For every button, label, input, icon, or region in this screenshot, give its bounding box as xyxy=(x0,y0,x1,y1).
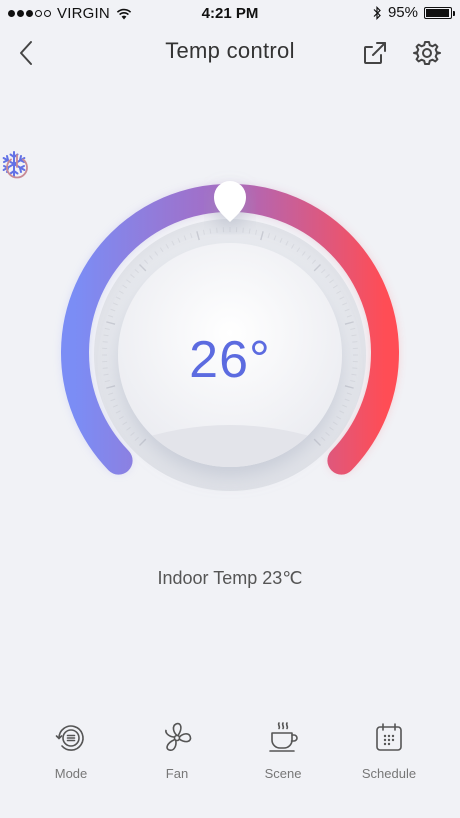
tab-mode[interactable]: Mode xyxy=(31,720,111,781)
battery-fill xyxy=(426,8,449,17)
bottom-tab-bar: Mode Fan Scene Schedule xyxy=(0,720,460,790)
coffee-cup-icon xyxy=(269,722,298,752)
mode-icon xyxy=(55,725,84,751)
indoor-temperature: Indoor Temp 23℃ xyxy=(157,568,303,588)
temperature-handle[interactable] xyxy=(214,181,246,222)
temperature-dial[interactable]: 26° xyxy=(0,150,460,530)
battery-icon xyxy=(424,6,455,19)
tab-fan-label: Fan xyxy=(165,766,189,781)
share-button[interactable] xyxy=(358,36,392,70)
status-bar: VIRGIN 4:21 PM 95% xyxy=(0,0,460,28)
battery-percent: 95% xyxy=(387,4,418,21)
power-button[interactable] xyxy=(0,150,34,184)
tick-mark xyxy=(242,227,244,233)
tab-schedule-label: Schedule xyxy=(361,766,417,781)
gear-icon xyxy=(413,41,441,65)
nav-bar: Temp control xyxy=(0,28,460,76)
status-right: 95% xyxy=(373,4,455,21)
share-icon xyxy=(364,42,386,64)
tab-scene[interactable]: Scene xyxy=(243,720,323,781)
tab-fan[interactable]: Fan xyxy=(137,720,217,781)
tab-scene-label: Scene xyxy=(264,766,302,781)
fan-icon xyxy=(165,722,192,752)
calendar-icon xyxy=(376,723,402,751)
tab-mode-label: Mode xyxy=(54,766,88,781)
tick-mark xyxy=(216,227,218,233)
bluetooth-icon xyxy=(373,5,381,20)
set-temperature: 26° xyxy=(189,331,271,389)
tab-schedule[interactable]: Schedule xyxy=(349,720,429,781)
settings-button[interactable] xyxy=(410,36,444,70)
